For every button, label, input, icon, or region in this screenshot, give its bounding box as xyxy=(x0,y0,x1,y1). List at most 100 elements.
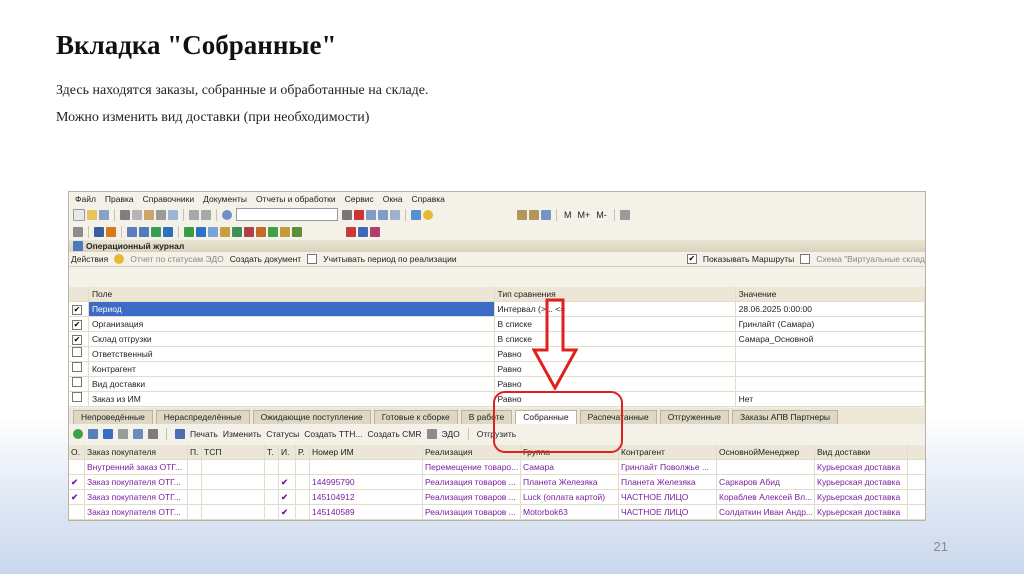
copy-icon[interactable] xyxy=(132,209,142,220)
toolbar2-icon-19[interactable] xyxy=(358,226,368,237)
toolbar2-icon-16[interactable] xyxy=(280,226,290,237)
memory-minus-button[interactable]: M- xyxy=(596,210,607,220)
filter-compare[interactable]: Равно xyxy=(495,347,736,361)
toolbar2-icon-7[interactable] xyxy=(163,226,173,237)
filter-row[interactable]: ✔ Период Интервал (>... <= 28.06.2025 0:… xyxy=(69,302,925,317)
filter-col-field[interactable]: Поле xyxy=(89,287,495,301)
col-o[interactable]: О. xyxy=(69,445,85,459)
menu-documents[interactable]: Документы xyxy=(203,194,247,204)
create-document-menu[interactable]: Создать документ xyxy=(230,254,301,264)
filter-field[interactable]: Склад отгрузки xyxy=(89,332,495,346)
col-i[interactable]: И. xyxy=(279,445,296,459)
filter-row[interactable]: Вид доставки Равно xyxy=(69,377,925,392)
table-row[interactable]: Заказ покупателя ОТГ... ✔ 145140589 Реал… xyxy=(69,505,925,520)
menu-windows[interactable]: Окна xyxy=(383,194,403,204)
menu-help[interactable]: Справка xyxy=(412,194,445,204)
filter-col-value[interactable]: Значение xyxy=(736,287,925,301)
status-report-button[interactable]: Отчет по статусам ЭДО xyxy=(130,254,223,264)
filter-field[interactable]: Период xyxy=(88,302,495,316)
menu-service[interactable]: Сервис xyxy=(345,194,374,204)
undo-icon[interactable] xyxy=(189,209,199,220)
help-icon-2[interactable] xyxy=(114,254,125,264)
filter-value[interactable] xyxy=(736,377,925,391)
table-row[interactable]: Внутренний заказ ОТГ... Перемещение това… xyxy=(69,460,925,475)
col-t[interactable]: Т. xyxy=(265,445,279,459)
filter-field[interactable]: Контрагент xyxy=(89,362,495,376)
calc-icon[interactable] xyxy=(517,209,527,220)
col-order[interactable]: Заказ покупателя xyxy=(85,445,188,459)
filter-value[interactable]: Самара_Основной xyxy=(736,332,925,346)
doc-icon-6[interactable] xyxy=(175,429,185,439)
print-icon[interactable] xyxy=(156,209,166,220)
filter-field[interactable]: Заказ из ИМ xyxy=(89,392,495,406)
table-row[interactable]: ✔ Заказ покупателя ОТГ... ✔ 144995790 Ре… xyxy=(69,475,925,490)
filter-compare[interactable]: Интервал (>... <= xyxy=(495,302,736,316)
filter-field[interactable]: Организация xyxy=(89,317,495,331)
edit-menu[interactable]: Изменить xyxy=(223,429,261,439)
filter-compare[interactable]: В списке xyxy=(495,332,736,346)
filter-value[interactable] xyxy=(736,347,925,361)
filter-row[interactable]: Контрагент Равно xyxy=(69,362,925,377)
create-cmr-button[interactable]: Создать CMR xyxy=(367,429,421,439)
doc-icon-4[interactable] xyxy=(133,429,143,439)
toolbar2-icon-3[interactable] xyxy=(106,226,116,237)
filter-compare[interactable]: Равно xyxy=(495,377,736,391)
filter-field[interactable]: Вид доставки xyxy=(89,377,495,391)
search-icon[interactable] xyxy=(222,209,232,220)
toolbar2-icon-13[interactable] xyxy=(244,226,254,237)
preview-icon[interactable] xyxy=(168,209,178,220)
clear-search-icon[interactable] xyxy=(354,209,364,220)
edo-button[interactable]: ЭДО xyxy=(442,429,460,439)
filter-value[interactable]: 28.06.2025 0:00:00 xyxy=(736,302,925,316)
open-icon[interactable] xyxy=(87,209,97,220)
toolbar2-icon-15[interactable] xyxy=(268,226,278,237)
menu-reports[interactable]: Отчеты и обработки xyxy=(256,194,336,204)
tab-awaiting[interactable]: Ожидающие поступление xyxy=(252,410,371,424)
tab-shipped[interactable]: Отгруженные xyxy=(659,410,730,424)
toolbar2-icon-12[interactable] xyxy=(232,226,242,237)
toolbar2-icon-8[interactable] xyxy=(184,226,194,237)
filter-checkbox[interactable] xyxy=(72,392,82,402)
col-number[interactable]: Номер ИМ xyxy=(310,445,423,459)
doc-icon-3[interactable] xyxy=(118,429,128,439)
cell-order[interactable]: Заказ покупателя ОТГ... xyxy=(85,475,188,489)
col-p[interactable]: П. xyxy=(188,445,202,459)
filter-checkbox[interactable] xyxy=(72,362,82,372)
dropdown-icon[interactable] xyxy=(342,209,352,220)
doc-icon-2[interactable] xyxy=(103,429,113,439)
find-next-icon[interactable] xyxy=(366,209,376,220)
filter-checkbox[interactable] xyxy=(72,347,82,357)
col-manager[interactable]: ОсновнойМенеджер xyxy=(717,445,815,459)
calendar-icon[interactable] xyxy=(529,209,539,220)
new-icon[interactable] xyxy=(73,208,85,221)
filter-compare[interactable]: В списке xyxy=(495,317,736,331)
find-prev-icon[interactable] xyxy=(378,209,388,220)
show-routes-checkbox[interactable]: ✔ xyxy=(686,254,697,264)
filter-field[interactable]: Ответственный xyxy=(89,347,495,361)
col-r[interactable]: Р. xyxy=(296,445,310,459)
toolbar2-icon-6[interactable] xyxy=(151,226,161,237)
menu-directories[interactable]: Справочники xyxy=(143,194,195,204)
find-all-icon[interactable] xyxy=(390,209,400,220)
filter-checkbox[interactable]: ✔ xyxy=(72,335,82,345)
filter-checkbox[interactable]: ✔ xyxy=(72,305,82,315)
toolbar2-icon-4[interactable] xyxy=(127,226,137,237)
col-tsp[interactable]: ТСП xyxy=(202,445,265,459)
toolbar2-icon-11[interactable] xyxy=(220,226,230,237)
actions-menu[interactable]: Действия xyxy=(71,254,108,264)
help-icon[interactable] xyxy=(423,209,433,220)
filter-row[interactable]: Ответственный Равно xyxy=(69,347,925,362)
toolbar2-icon-2[interactable] xyxy=(94,226,104,237)
cut-icon[interactable] xyxy=(120,209,130,220)
cell-order[interactable]: Заказ покупателя ОТГ... xyxy=(85,490,188,504)
table-row[interactable]: ✔ Заказ покупателя ОТГ... ✔ 145104912 Ре… xyxy=(69,490,925,505)
scheme-checkbox[interactable] xyxy=(800,254,811,264)
paste-icon[interactable] xyxy=(144,209,154,220)
toolbar2-icon-5[interactable] xyxy=(139,226,149,237)
save-icon[interactable] xyxy=(99,209,109,220)
print-menu[interactable]: Печать xyxy=(190,429,218,439)
info-icon[interactable] xyxy=(411,209,421,220)
filter-col-compare[interactable]: Тип сравнения xyxy=(495,287,736,301)
toolbar2-icon-18[interactable] xyxy=(346,226,356,237)
statuses-menu[interactable]: Статусы xyxy=(266,429,299,439)
